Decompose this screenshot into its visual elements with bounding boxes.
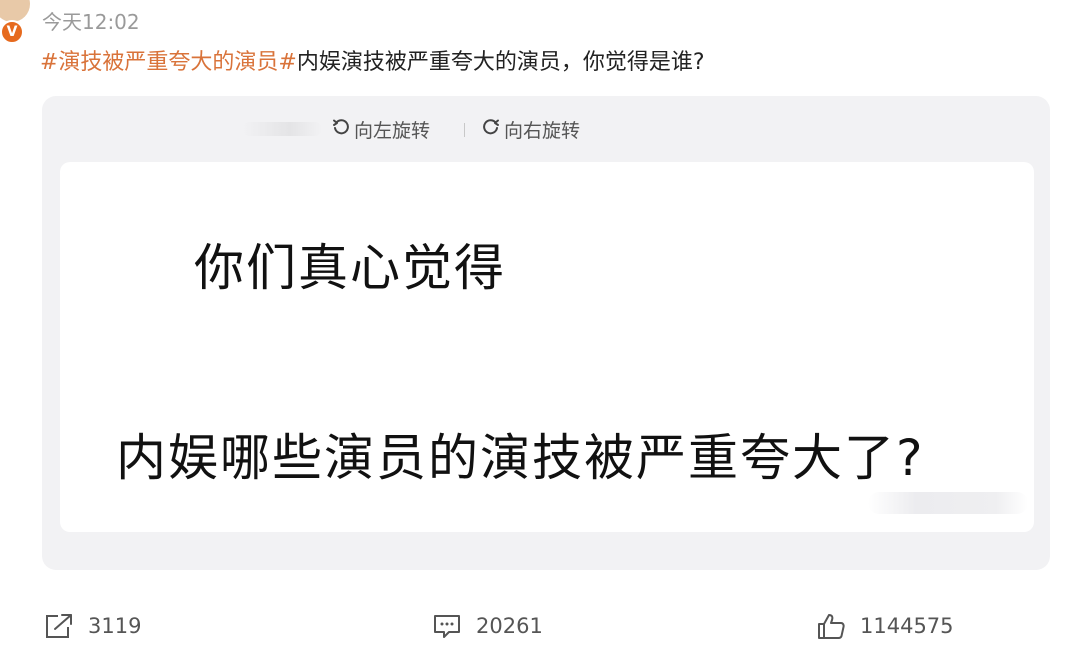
rotate-right-button[interactable]: 向右旋转 bbox=[482, 116, 580, 143]
image-text-line1: 你们真心觉得 bbox=[194, 239, 506, 297]
share-button[interactable]: 3119 bbox=[44, 612, 141, 640]
comment-count: 20261 bbox=[476, 614, 543, 638]
rotate-right-label: 向右旋转 bbox=[504, 120, 581, 142]
image-text-line2: 内娱哪些演员的演技被严重夸大了? bbox=[116, 429, 925, 487]
rotate-left-button[interactable]: 向左旋转 bbox=[332, 116, 430, 143]
like-button[interactable]: 1144575 bbox=[816, 612, 954, 640]
blurred-watermark bbox=[868, 492, 1028, 514]
comment-icon bbox=[432, 612, 462, 640]
like-count: 1144575 bbox=[860, 614, 954, 638]
rotate-left-label: 向左旋转 bbox=[354, 120, 431, 142]
rotate-counterclockwise-icon bbox=[332, 118, 350, 141]
post-body-text: 内娱演技被严重夸大的演员，你觉得是谁? bbox=[296, 50, 705, 75]
image-viewer-card: 向左旋转 向右旋转 你们真心觉得 内娱哪些演员的演技被严重夸大了? bbox=[42, 96, 1050, 570]
share-icon bbox=[44, 612, 74, 640]
share-count: 3119 bbox=[88, 614, 142, 638]
post-image[interactable]: 你们真心觉得 内娱哪些演员的演技被严重夸大了? bbox=[60, 162, 1034, 532]
comment-button[interactable]: 20261 bbox=[432, 612, 543, 640]
blurred-toolbar-area bbox=[242, 122, 322, 136]
weibo-post: V 今天12:02 #演技被严重夸大的演员#内娱演技被严重夸大的演员，你觉得是谁… bbox=[0, 0, 1080, 663]
toolbar-divider bbox=[464, 123, 465, 137]
post-content: #演技被严重夸大的演员#内娱演技被严重夸大的演员，你觉得是谁? bbox=[40, 44, 705, 76]
verified-badge-icon: V bbox=[0, 20, 24, 44]
avatar[interactable] bbox=[0, 0, 30, 22]
rotate-clockwise-icon bbox=[482, 118, 500, 141]
image-toolbar: 向左旋转 向右旋转 bbox=[42, 96, 1050, 160]
thumbs-up-icon bbox=[816, 612, 846, 640]
hashtag-link[interactable]: #演技被严重夸大的演员# bbox=[40, 50, 297, 75]
post-timestamp: 今天12:02 bbox=[42, 10, 140, 34]
